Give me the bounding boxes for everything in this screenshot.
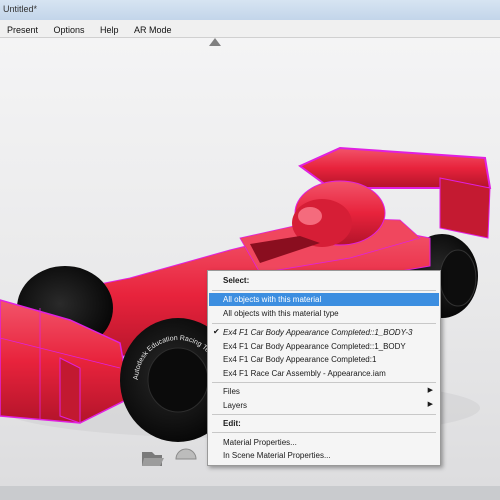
material-item-completed[interactable]: Ex4 F1 Car Body Appearance Completed:1: [209, 353, 439, 366]
checkmark-icon: ✔: [213, 327, 220, 336]
submenu-arrow-icon: ▶: [427, 401, 433, 408]
menu-options[interactable]: Options: [49, 25, 88, 35]
menu-bar: Present Options Help AR Mode: [0, 20, 500, 38]
material-item-body-3[interactable]: ✔ Ex4 F1 Car Body Appearance Completed::…: [209, 326, 439, 339]
context-menu: Select: All objects with this material A…: [207, 270, 441, 466]
submenu-layers[interactable]: Layers ▶: [209, 399, 439, 412]
menu-ar-mode[interactable]: AR Mode: [130, 25, 176, 35]
material-item-assembly[interactable]: Ex4 F1 Race Car Assembly - Appearance.ia…: [209, 367, 439, 380]
material-properties-item[interactable]: Material Properties...: [209, 436, 439, 449]
material-item-body[interactable]: Ex4 F1 Car Body Appearance Completed::1_…: [209, 340, 439, 353]
select-header: Select:: [223, 276, 250, 285]
in-scene-material-properties-item[interactable]: In Scene Material Properties...: [209, 449, 439, 462]
submenu-files[interactable]: Files ▶: [209, 385, 439, 398]
material-sphere-icon[interactable]: [175, 448, 197, 460]
select-all-objects-with-material-type[interactable]: All objects with this material type: [209, 307, 439, 320]
select-all-objects-with-material[interactable]: All objects with this material: [209, 293, 439, 306]
panel-toggle-arrow-icon[interactable]: [209, 38, 221, 46]
window-title: Untitled*: [3, 4, 38, 14]
menu-help[interactable]: Help: [96, 25, 123, 35]
open-folder-icon[interactable]: [142, 452, 164, 466]
submenu-arrow-icon: ▶: [427, 387, 433, 394]
title-bar: Untitled*: [0, 0, 500, 20]
edit-header: Edit:: [223, 419, 241, 428]
menu-present[interactable]: Present: [3, 25, 42, 35]
status-strip: [0, 486, 500, 500]
